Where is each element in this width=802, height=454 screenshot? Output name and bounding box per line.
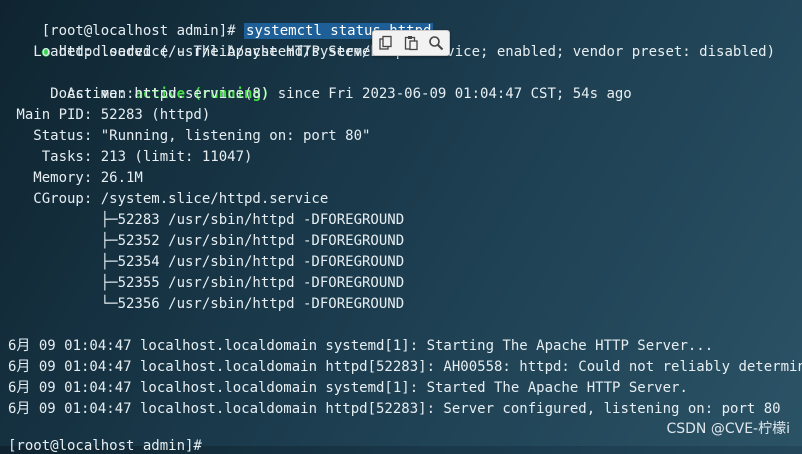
selection-popup-toolbar [372, 30, 450, 56]
terminal-output[interactable]: [root@localhost admin]# systemctl status… [8, 0, 802, 446]
process-line: └─52356 /usr/sbin/httpd -DFOREGROUND [8, 296, 405, 312]
log-line: 6月 09 01:04:47 localhost.localdomain sys… [8, 380, 688, 396]
main-pid-line: Main PID: 52283 (httpd) [8, 107, 211, 123]
status-line: Status: "Running, listening on: port 80" [8, 128, 371, 144]
memory-line: Memory: 26.1M [8, 170, 143, 186]
active-line: Active: active (running) since Fri 2023-… [8, 63, 632, 102]
cgroup-line: CGroup: /system.slice/httpd.service [8, 191, 329, 207]
process-line: ├─52354 /usr/sbin/httpd -DFOREGROUND [8, 254, 405, 270]
docs-line: Docs: man:httpd.service(8) [8, 86, 270, 102]
copy-icon[interactable] [377, 34, 395, 52]
process-line: ├─52283 /usr/sbin/httpd -DFOREGROUND [8, 212, 405, 228]
active-since: since Fri 2023-06-09 01:04:47 CST; 54s a… [269, 86, 632, 102]
unit-title-line: ● httpd.service - The Apache HTTP Server [8, 21, 379, 60]
next-prompt-fragment: [root@localhost admin]# [8, 438, 211, 454]
tasks-line: Tasks: 213 (limit: 11047) [8, 149, 253, 165]
log-line: 6月 09 01:04:47 localhost.localdomain sys… [8, 338, 714, 354]
command-line: [root@localhost admin]# systemctl status… [8, 0, 434, 39]
csdn-watermark: CSDN @CVE-柠檬i [666, 421, 790, 437]
process-line: ├─52352 /usr/sbin/httpd -DFOREGROUND [8, 233, 405, 249]
log-line: 6月 09 01:04:47 localhost.localdomain htt… [8, 359, 802, 375]
paste-icon[interactable] [402, 34, 420, 52]
process-line: ├─52355 /usr/sbin/httpd -DFOREGROUND [8, 275, 405, 291]
search-icon[interactable] [427, 34, 445, 52]
log-line: 6月 09 01:04:47 localhost.localdomain htt… [8, 401, 781, 417]
